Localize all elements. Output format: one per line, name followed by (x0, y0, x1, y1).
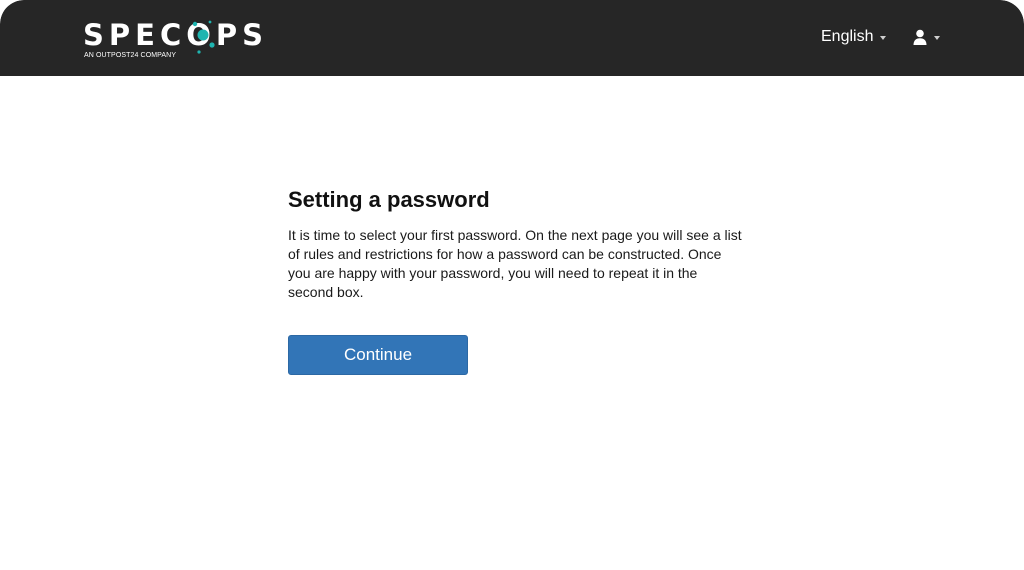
user-icon (913, 29, 927, 45)
continue-button[interactable]: Continue (288, 335, 468, 375)
logo-tagline: AN OUTPOST24 COMPANY (84, 52, 177, 59)
language-selector[interactable]: English (821, 26, 887, 48)
language-label: English (821, 28, 874, 45)
app-window: SPECOPS AN OUTPOST24 COMPANY English Set… (0, 0, 1024, 570)
page-description: It is time to select your first password… (288, 227, 742, 300)
chevron-down-icon (934, 35, 940, 40)
page-title: Setting a password (288, 187, 490, 212)
chevron-down-icon (880, 35, 887, 40)
specops-logo: SPECOPS AN OUTPOST24 COMPANY (83, 18, 283, 62)
top-navigation-bar: SPECOPS AN OUTPOST24 COMPANY English (0, 0, 1024, 76)
main-content: Setting a password It is time to select … (288, 186, 748, 375)
logo-wordmark: SPECOPS (83, 18, 269, 52)
user-menu[interactable] (912, 28, 940, 46)
